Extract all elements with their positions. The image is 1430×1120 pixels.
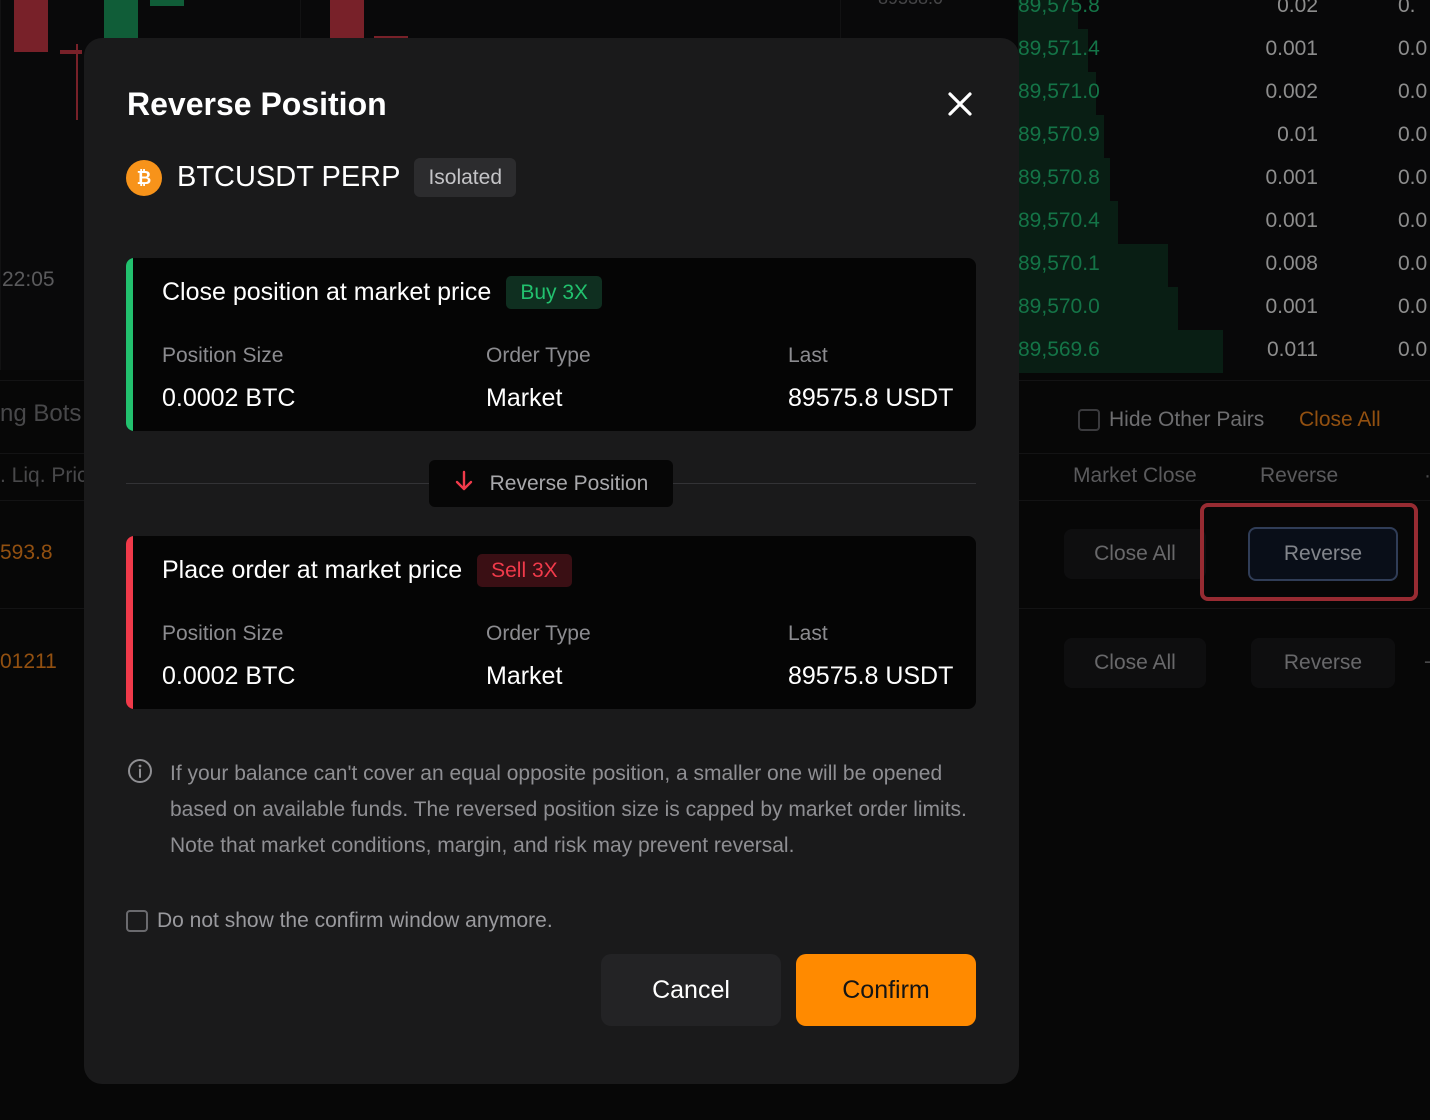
last-price-label: Last [788, 344, 828, 367]
open-card-header: Place order at market price Sell 3X [162, 554, 572, 587]
close-position-card: Close position at market price Buy 3X Po… [126, 258, 976, 431]
close-icon[interactable] [944, 88, 976, 120]
buy-side-indicator [126, 258, 133, 431]
position-size-value: 0.0002 BTC [162, 662, 296, 690]
cancel-button[interactable]: Cancel [601, 954, 781, 1026]
position-size-value: 0.0002 BTC [162, 384, 296, 412]
position-size-label: Position Size [162, 344, 284, 367]
reversal-notice: If your balance can't cover an equal opp… [127, 756, 987, 864]
dont-show-again-option[interactable]: Do not show the confirm window anymore. [126, 909, 553, 933]
order-type-label: Order Type [486, 344, 591, 367]
buy-side-badge: Buy 3X [506, 276, 603, 309]
sell-side-indicator [126, 536, 133, 709]
bitcoin-icon: ₿ [126, 159, 162, 196]
reverse-direction-label: Reverse Position [429, 460, 673, 507]
last-price-label: Last [788, 622, 828, 645]
arrow-down-icon [454, 470, 474, 498]
dont-show-again-checkbox[interactable] [126, 910, 148, 932]
last-price-value: 89575.8 USDT [788, 662, 954, 690]
close-card-header: Close position at market price Buy 3X [162, 276, 603, 309]
svg-text:₿: ₿ [137, 168, 152, 189]
open-position-card: Place order at market price Sell 3X Posi… [126, 536, 976, 709]
last-price-value: 89575.8 USDT [788, 384, 954, 412]
order-type-value: Market [486, 662, 563, 690]
reverse-position-dialog: Reverse Position ₿ BTCUSDT PERP Isolated… [84, 38, 1019, 1084]
info-icon [127, 758, 153, 784]
notice-text: If your balance can't cover an equal opp… [170, 762, 967, 857]
dialog-title: Reverse Position [127, 86, 387, 122]
pair-info: ₿ BTCUSDT PERP Isolated [126, 158, 517, 197]
order-type-value: Market [486, 384, 563, 412]
close-card-title: Close position at market price [162, 278, 492, 306]
pair-name: BTCUSDT PERP [177, 161, 401, 193]
order-type-label: Order Type [486, 622, 591, 645]
sell-side-badge: Sell 3X [477, 554, 572, 587]
reverse-direction-text: Reverse Position [489, 471, 649, 495]
open-card-title: Place order at market price [162, 556, 463, 584]
dont-show-again-label: Do not show the confirm window anymore. [157, 909, 553, 932]
position-size-label: Position Size [162, 622, 284, 645]
confirm-button[interactable]: Confirm [796, 954, 976, 1026]
margin-mode-badge: Isolated [414, 158, 517, 197]
